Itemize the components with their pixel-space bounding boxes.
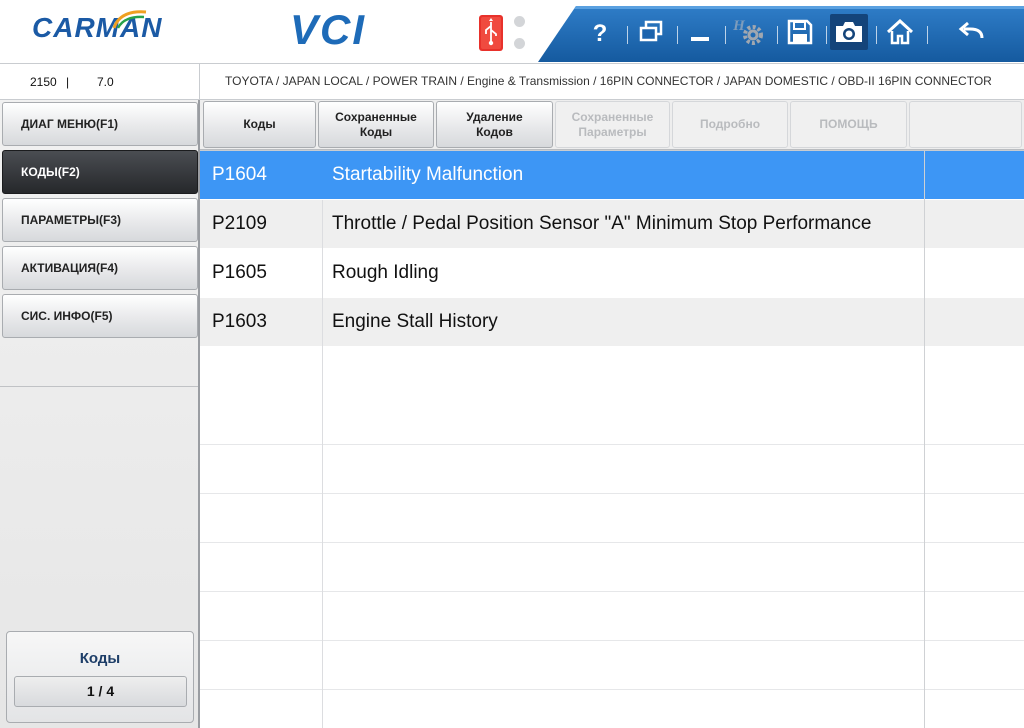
tab-saved-parameters[interactable]: Сохраненные Параметры — [555, 101, 670, 148]
sidebar-item-label: ПАРАМЕТРЫ(F3) — [21, 213, 121, 227]
tab-saved-codes[interactable]: Сохраненные Коды — [318, 101, 434, 148]
tab-label: Сохраненные Параметры — [571, 109, 654, 139]
status-led-2 — [514, 38, 525, 49]
table-row[interactable]: P2109 Throttle / Pedal Position Sensor "… — [200, 200, 1024, 249]
settings-icon: H — [732, 18, 763, 45]
tab-label: Сохраненные Коды — [335, 109, 417, 139]
dtc-code: P1604 — [212, 164, 267, 185]
sidebar-item-system-info[interactable]: СИС. ИНФО(F5) — [2, 294, 198, 338]
sidebar-item-diag-menu[interactable]: ДИАГ МЕНЮ(F1) — [2, 102, 198, 146]
section-status-panel: Коды 1 / 4 — [6, 631, 194, 723]
toolbar-separator — [777, 26, 778, 44]
home-button[interactable] — [880, 12, 920, 52]
toolbar-separator — [677, 26, 678, 44]
back-icon — [958, 21, 984, 39]
toolbar-separator — [725, 26, 726, 44]
settings-button[interactable]: H — [729, 12, 769, 52]
column-divider — [924, 151, 925, 728]
tab-label: Коды — [243, 117, 276, 131]
breadcrumb: TOYOTA / JAPAN LOCAL / POWER TRAIN / Eng… — [225, 74, 992, 88]
table-row[interactable]: P1604 Startability Malfunction — [200, 151, 1024, 200]
save-icon — [787, 19, 813, 45]
help-icon: ? — [593, 20, 608, 45]
tab-label: ПОМОЩЬ — [819, 117, 878, 131]
svg-text:?: ? — [593, 20, 608, 45]
dtc-description: Startability Malfunction — [332, 164, 524, 185]
status-led-1 — [514, 16, 525, 27]
empty-row — [200, 347, 1024, 396]
status-value-a: 2150 — [30, 75, 57, 89]
dtc-code: P1605 — [212, 262, 267, 283]
dtc-code: P1603 — [212, 311, 267, 332]
camera-icon — [836, 22, 862, 42]
tab-label: Подробно — [699, 117, 761, 131]
empty-row — [200, 543, 1024, 592]
sidebar-item-label: КОДЫ(F2) — [21, 165, 80, 179]
sidebar-item-label: СИС. ИНФО(F5) — [21, 309, 113, 323]
status-value-b: 7.0 — [97, 75, 114, 89]
empty-row — [200, 690, 1024, 728]
dtc-code: P2109 — [212, 213, 267, 234]
window-button[interactable] — [631, 12, 671, 52]
toolbar-separator — [627, 26, 628, 44]
tab-bar: Коды Сохраненные Коды Удаление Кодов Сох… — [200, 100, 1024, 150]
status-info: 2150 | 7.0 — [0, 64, 200, 100]
save-button[interactable] — [780, 12, 820, 52]
product-title: VCI — [290, 6, 367, 53]
home-icon — [886, 19, 914, 45]
empty-row — [200, 494, 1024, 543]
tab-clear-codes[interactable]: Удаление Кодов — [436, 101, 553, 148]
minimize-icon — [691, 37, 709, 41]
tab-codes[interactable]: Коды — [203, 101, 316, 148]
dtc-description: Rough Idling — [332, 262, 439, 283]
tab-help[interactable]: ПОМОЩЬ — [790, 101, 907, 148]
tab-details[interactable]: Подробно — [672, 101, 788, 148]
dtc-description: Throttle / Pedal Position Sensor "A" Min… — [332, 213, 872, 234]
toolbar-separator — [826, 26, 827, 44]
window-icon — [639, 20, 663, 42]
page-indicator: 1 / 4 — [14, 676, 187, 707]
logo-swoosh-icon — [112, 10, 147, 29]
column-divider — [322, 200, 323, 728]
sidebar-item-parameters[interactable]: ПАРАМЕТРЫ(F3) — [2, 198, 198, 242]
toolbar-separator — [876, 26, 877, 44]
app-header: CARMAN VCI ? H — [0, 0, 1024, 64]
table-row[interactable]: P1603 Engine Stall History — [200, 298, 1024, 347]
empty-row — [200, 445, 1024, 494]
sidebar: ДИАГ МЕНЮ(F1) КОДЫ(F2) ПАРАМЕТРЫ(F3) АКТ… — [0, 100, 200, 728]
empty-row — [200, 396, 1024, 445]
sidebar-item-label: ДИАГ МЕНЮ(F1) — [21, 117, 119, 131]
back-button[interactable] — [952, 12, 992, 52]
status-separator: | — [66, 75, 70, 89]
camera-button[interactable] — [830, 14, 868, 50]
tab-label: Удаление Кодов — [466, 109, 523, 139]
empty-row — [200, 592, 1024, 641]
status-bar: 2150 | 7.0 TOYOTA / JAPAN LOCAL / POWER … — [0, 64, 1024, 100]
sidebar-item-codes[interactable]: КОДЫ(F2) — [2, 150, 198, 194]
section-title: Коды — [79, 650, 121, 667]
usb-icon — [479, 15, 503, 51]
sidebar-item-label: АКТИВАЦИЯ(F4) — [21, 261, 118, 275]
empty-row — [200, 641, 1024, 690]
tab-empty — [909, 101, 1022, 148]
sidebar-divider — [0, 386, 198, 387]
help-button[interactable]: ? — [580, 12, 620, 52]
dtc-table: P1604 Startability Malfunction P2109 Thr… — [200, 150, 1024, 728]
minimize-button[interactable] — [680, 12, 720, 52]
dtc-description: Engine Stall History — [332, 311, 498, 332]
sidebar-item-activation[interactable]: АКТИВАЦИЯ(F4) — [2, 246, 198, 290]
toolbar-separator — [927, 26, 928, 44]
table-row[interactable]: P1605 Rough Idling — [200, 249, 1024, 298]
